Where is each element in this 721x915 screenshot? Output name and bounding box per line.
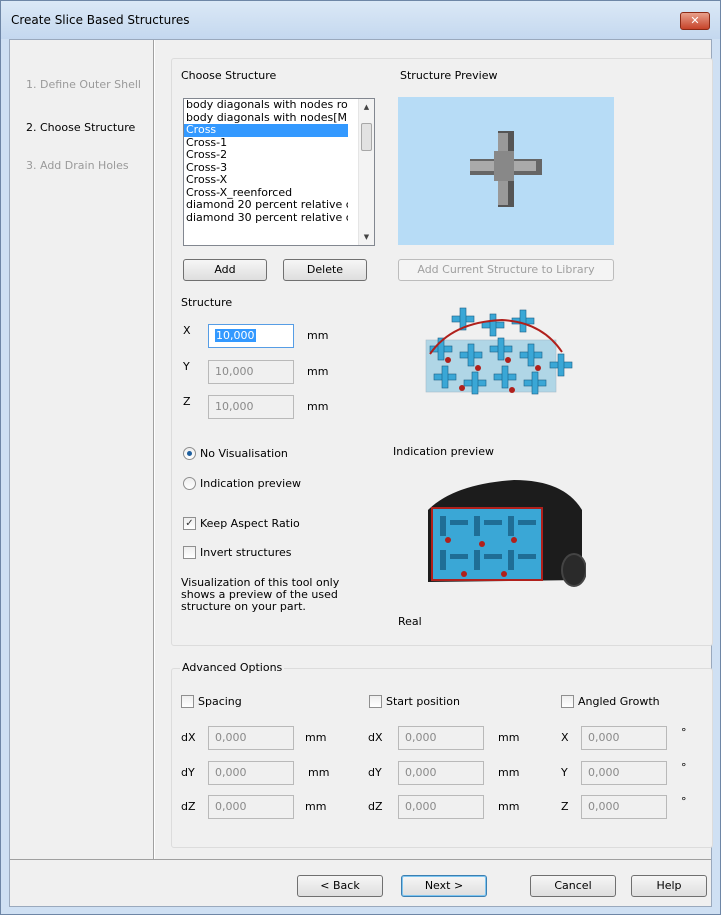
cancel-button[interactable]: Cancel bbox=[530, 875, 616, 897]
start-dx-input[interactable]: 0,000 bbox=[398, 726, 484, 750]
scroll-up-icon[interactable]: ▲ bbox=[359, 99, 374, 115]
visualization-note: Visualization of this tool only shows a … bbox=[181, 576, 340, 613]
spacing-dx-input[interactable]: 0,000 bbox=[208, 726, 294, 750]
no-visualisation-radio[interactable] bbox=[183, 447, 196, 460]
list-item[interactable]: body diagonals with nodes[M bbox=[184, 112, 348, 125]
angled-z-label: Z bbox=[561, 800, 569, 813]
dialog-client: 1. Define Outer Shell 2. Choose Structur… bbox=[9, 39, 713, 907]
step-choose-structure: 2. Choose Structure bbox=[26, 121, 136, 134]
spacing-dy-input[interactable]: 0,000 bbox=[208, 761, 294, 785]
window-title: Create Slice Based Structures bbox=[11, 13, 190, 27]
spacing-dz-input[interactable]: 0,000 bbox=[208, 795, 294, 819]
spacing-checkbox[interactable] bbox=[181, 695, 194, 708]
structure-y-input[interactable]: 10,000 bbox=[208, 360, 294, 384]
list-item[interactable]: Cross-X bbox=[184, 174, 348, 187]
angled-z-degree: ° bbox=[681, 795, 687, 808]
list-item[interactable]: Cross-2 bbox=[184, 149, 348, 162]
structure-list[interactable]: body diagonals with nodes ro body diagon… bbox=[183, 98, 375, 246]
spacing-dx-label: dX bbox=[181, 731, 196, 744]
start-dy-input[interactable]: 0,000 bbox=[398, 761, 484, 785]
indication-preview-caption: Indication preview bbox=[393, 445, 494, 458]
list-item[interactable]: diamond 20 percent relative c bbox=[184, 199, 348, 212]
spacing-dz-label: dZ bbox=[181, 800, 196, 813]
list-scrollbar[interactable]: ▲ ▼ bbox=[358, 99, 374, 245]
angled-x-degree: ° bbox=[681, 726, 687, 739]
list-item-selected[interactable]: Cross bbox=[184, 124, 348, 137]
invert-structures-checkbox[interactable] bbox=[183, 546, 196, 559]
no-visualisation-label[interactable]: No Visualisation bbox=[200, 447, 288, 460]
spacing-dy-label: dY bbox=[181, 766, 195, 779]
z-unit: mm bbox=[307, 400, 329, 413]
angled-z-input[interactable]: 0,000 bbox=[581, 795, 667, 819]
real-caption: Real bbox=[398, 615, 422, 628]
list-item[interactable]: body diagonals with nodes ro bbox=[184, 99, 348, 112]
delete-button[interactable]: Delete bbox=[283, 259, 367, 281]
y-unit: mm bbox=[307, 365, 329, 378]
angled-y-label: Y bbox=[561, 766, 568, 779]
dialog-window: Create Slice Based Structures ✕ 1. Defin… bbox=[0, 0, 721, 915]
structure-preview-heading: Structure Preview bbox=[400, 69, 498, 82]
close-icon: ✕ bbox=[690, 14, 700, 27]
angled-growth-label[interactable]: Angled Growth bbox=[578, 695, 660, 708]
step-define-outer-shell: 1. Define Outer Shell bbox=[26, 78, 141, 91]
angled-y-degree: ° bbox=[681, 761, 687, 774]
z-label: Z bbox=[183, 395, 191, 408]
start-dx-unit: mm bbox=[498, 731, 520, 744]
angled-y-input[interactable]: 0,000 bbox=[581, 761, 667, 785]
close-button[interactable]: ✕ bbox=[680, 12, 710, 30]
help-button[interactable]: Help bbox=[631, 875, 707, 897]
wizard-steps: 1. Define Outer Shell 2. Choose Structur… bbox=[10, 40, 153, 860]
back-button[interactable]: < Back bbox=[297, 875, 383, 897]
structure-z-input[interactable]: 10,000 bbox=[208, 395, 294, 419]
footer-divider bbox=[10, 859, 711, 860]
keep-aspect-ratio-checkbox[interactable]: ✓ bbox=[183, 517, 196, 530]
add-button[interactable]: Add bbox=[183, 259, 267, 281]
spacing-dy-unit: mm bbox=[308, 766, 330, 779]
advanced-options-heading: Advanced Options bbox=[180, 661, 285, 674]
x-label: X bbox=[183, 324, 191, 337]
spacing-dz-unit: mm bbox=[305, 800, 327, 813]
next-button[interactable]: Next > bbox=[401, 875, 487, 897]
cross-structure-image bbox=[470, 131, 542, 207]
angled-growth-checkbox[interactable] bbox=[561, 695, 574, 708]
x-value: 10,000 bbox=[215, 329, 256, 342]
structure-x-input[interactable]: 10,000 bbox=[208, 324, 294, 348]
list-item[interactable]: Cross-X_reenforced bbox=[184, 187, 348, 200]
start-position-checkbox[interactable] bbox=[369, 695, 382, 708]
keep-aspect-ratio-label[interactable]: Keep Aspect Ratio bbox=[200, 517, 300, 530]
start-dz-input[interactable]: 0,000 bbox=[398, 795, 484, 819]
y-label: Y bbox=[183, 360, 190, 373]
start-dy-label: dY bbox=[368, 766, 382, 779]
vertical-divider bbox=[153, 40, 154, 860]
start-dz-label: dZ bbox=[368, 800, 383, 813]
spacing-label[interactable]: Spacing bbox=[198, 695, 242, 708]
x-unit: mm bbox=[307, 329, 329, 342]
scroll-down-icon[interactable]: ▼ bbox=[359, 229, 374, 245]
choose-structure-heading: Choose Structure bbox=[181, 69, 277, 82]
spacing-dx-unit: mm bbox=[305, 731, 327, 744]
indication-preview-image bbox=[425, 307, 573, 395]
angled-x-label: X bbox=[561, 731, 569, 744]
add-to-library-button[interactable]: Add Current Structure to Library bbox=[398, 259, 614, 281]
invert-structures-label[interactable]: Invert structures bbox=[200, 546, 291, 559]
start-dx-label: dX bbox=[368, 731, 383, 744]
scroll-thumb[interactable] bbox=[361, 123, 372, 151]
title-bar[interactable]: Create Slice Based Structures ✕ bbox=[1, 1, 720, 39]
list-item[interactable]: Cross-1 bbox=[184, 137, 348, 150]
indication-preview-label[interactable]: Indication preview bbox=[200, 477, 301, 490]
list-item[interactable]: Cross-3 bbox=[184, 162, 348, 175]
start-dy-unit: mm bbox=[498, 766, 520, 779]
start-dz-unit: mm bbox=[498, 800, 520, 813]
structure-preview bbox=[398, 97, 614, 245]
list-item[interactable]: diamond 30 percent relative c bbox=[184, 212, 348, 225]
indication-preview-radio[interactable] bbox=[183, 477, 196, 490]
structure-heading: Structure bbox=[181, 296, 233, 309]
step-add-drain-holes: 3. Add Drain Holes bbox=[26, 159, 129, 172]
real-preview-image bbox=[428, 480, 586, 587]
angled-x-input[interactable]: 0,000 bbox=[581, 726, 667, 750]
start-position-label[interactable]: Start position bbox=[386, 695, 460, 708]
